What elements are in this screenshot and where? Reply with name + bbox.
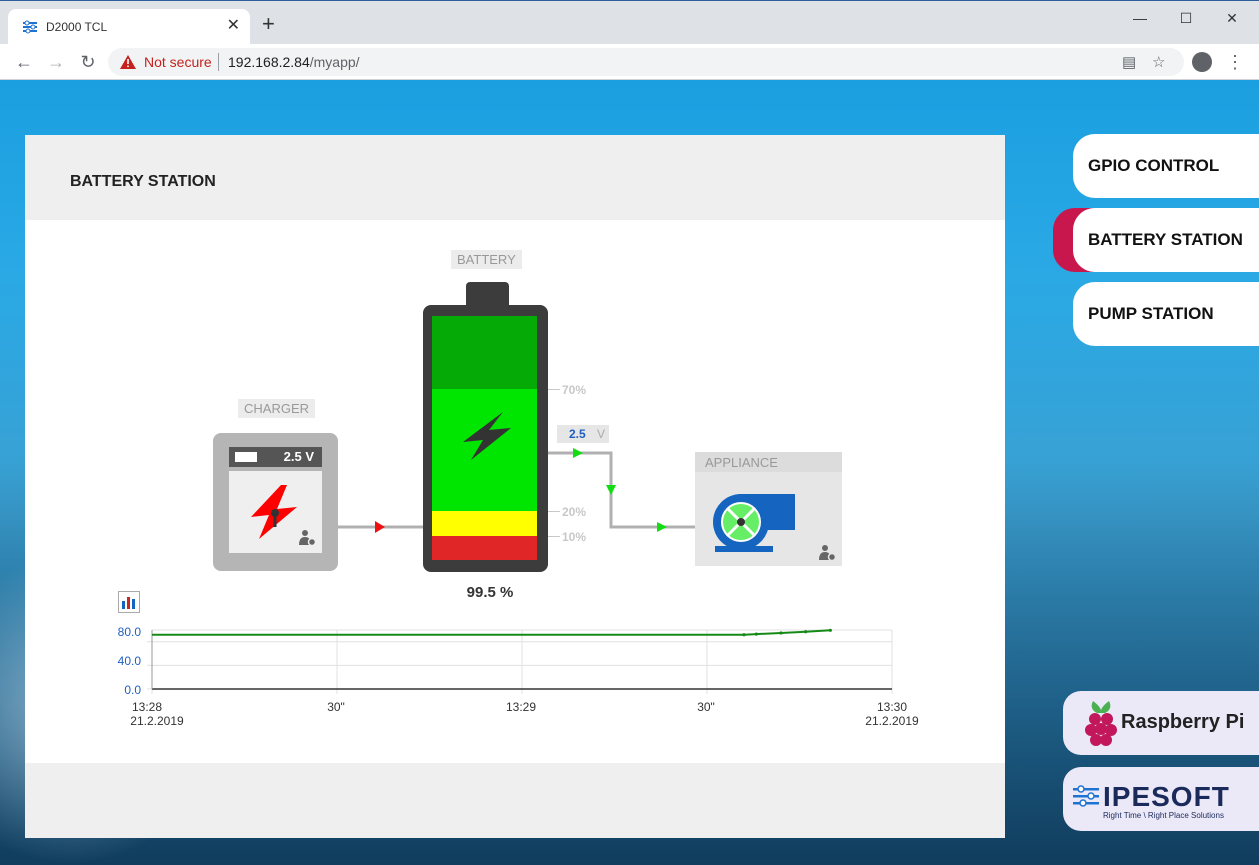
raspberry-pi-text: Raspberry Pi bbox=[1121, 711, 1245, 733]
minimize-button[interactable]: — bbox=[1117, 7, 1163, 29]
lightning-bolt-icon bbox=[463, 412, 511, 460]
trend-point bbox=[804, 630, 808, 634]
mark-20: 20% bbox=[562, 505, 587, 519]
x-start-date: 21.2.2019 bbox=[130, 714, 184, 728]
trend-point bbox=[779, 631, 783, 635]
panel-footer bbox=[25, 763, 1005, 838]
ipesoft-sliders-icon bbox=[1073, 785, 1099, 807]
battery-value: 99.5 % bbox=[466, 584, 514, 601]
battery-trend-chart: 0.0 40.0 80.0 13:28 21.2.2019 30" 13:29 … bbox=[105, 620, 945, 750]
security-status[interactable]: Not secure bbox=[144, 54, 212, 70]
battery-station-panel: BATTERY STATION BATTERY CHARGER 2.5 V 70… bbox=[25, 135, 1005, 838]
maximize-button[interactable]: ☐ bbox=[1163, 7, 1209, 29]
tick-10 bbox=[548, 536, 560, 537]
menu-pump-station[interactable]: PUMP STATION bbox=[1073, 282, 1259, 346]
battery-segment-critical bbox=[432, 536, 537, 560]
browser-menu-icon[interactable]: ⋮ bbox=[1226, 50, 1244, 74]
forward-arrow-icon[interactable]: → bbox=[44, 50, 68, 74]
menu-item-label: GPIO CONTROL bbox=[1088, 156, 1220, 175]
output-voltage-unit: V bbox=[597, 427, 606, 441]
app-favicon-icon bbox=[23, 20, 37, 34]
trend-point bbox=[742, 633, 746, 637]
tick-20 bbox=[548, 511, 560, 512]
trend-line bbox=[152, 629, 831, 636]
page-viewport: BATTERY STATION BATTERY CHARGER 2.5 V 70… bbox=[0, 80, 1259, 865]
reload-icon[interactable]: ↻ bbox=[76, 50, 100, 74]
x-tick-label: 13:29 bbox=[505, 700, 537, 714]
warning-icon bbox=[120, 55, 136, 69]
tick-70 bbox=[548, 389, 560, 390]
url-text: 192.168.2.84/myapp/ bbox=[228, 54, 360, 70]
url-host: 192.168.2.84 bbox=[228, 54, 310, 70]
flow-arrow-down-icon bbox=[606, 485, 616, 495]
output-voltage: 2.5 bbox=[569, 427, 586, 441]
appliance-label: APPLIANCE bbox=[705, 455, 778, 470]
x-tick-label: 30" bbox=[697, 700, 715, 714]
raspberry-pi-logo: Raspberry Pi bbox=[1063, 691, 1259, 755]
mark-70: 70% bbox=[562, 383, 587, 397]
x-tick-label: 13:30 bbox=[876, 700, 908, 714]
menu-item-label: PUMP STATION bbox=[1088, 304, 1214, 323]
y-tick-label: 40.0 bbox=[117, 654, 141, 668]
raspberry-icon bbox=[1085, 701, 1117, 746]
menu-gpio-control[interactable]: GPIO CONTROL bbox=[1073, 134, 1259, 198]
trend-point bbox=[828, 628, 832, 632]
y-tick-label: 0.0 bbox=[124, 683, 141, 697]
browser-toolbar: ← → ↻ Not secure 192.168.2.84/myapp/ ▤ ☆… bbox=[0, 44, 1259, 80]
trend-chart-icon[interactable] bbox=[118, 591, 140, 613]
browser-tab-bar: D2000 TCL ✕ + — ☐ ✕ bbox=[0, 0, 1259, 45]
battery-segment-top bbox=[432, 316, 537, 389]
close-window-button[interactable]: ✕ bbox=[1209, 7, 1255, 29]
trend-point bbox=[754, 632, 758, 636]
flow-arrow-in-icon bbox=[375, 521, 385, 533]
browser-tab[interactable]: D2000 TCL ✕ bbox=[8, 9, 250, 45]
output-voltage-box: 2.5 V bbox=[557, 425, 609, 443]
menu-item-label: BATTERY STATION bbox=[1088, 230, 1243, 249]
menu-battery-station[interactable]: BATTERY STATION bbox=[1073, 208, 1259, 272]
ipesoft-text: IPESOFT bbox=[1103, 781, 1230, 812]
appliance-device[interactable]: APPLIANCE bbox=[695, 452, 842, 566]
x-tick-label: 30" bbox=[327, 700, 345, 714]
mark-10: 10% bbox=[562, 530, 587, 544]
y-tick-label: 80.0 bbox=[117, 625, 141, 639]
battery-segment-low bbox=[432, 511, 537, 536]
x-tick-label: 13:28 bbox=[131, 700, 163, 714]
tab-title: D2000 TCL bbox=[46, 20, 108, 34]
address-separator bbox=[218, 53, 219, 71]
bookmark-star-icon[interactable]: ☆ bbox=[1152, 53, 1165, 71]
new-tab-button[interactable]: + bbox=[262, 13, 275, 35]
blower-fan-icon bbox=[713, 494, 795, 552]
appliance-header: APPLIANCE bbox=[695, 452, 842, 472]
tab-close-icon[interactable]: ✕ bbox=[227, 17, 240, 35]
ipesoft-tagline: Right Time \ Right Place Solutions bbox=[1103, 811, 1224, 820]
chart-canvas bbox=[147, 628, 893, 694]
user-settings-icon[interactable] bbox=[819, 544, 837, 562]
back-arrow-icon[interactable]: ← bbox=[12, 50, 36, 74]
battery-body[interactable] bbox=[423, 305, 548, 572]
url-path: /myapp/ bbox=[309, 54, 360, 70]
flow-arrow-right-icon bbox=[657, 522, 667, 532]
x-end-date: 21.2.2019 bbox=[865, 714, 919, 728]
translate-icon[interactable]: ▤ bbox=[1122, 53, 1136, 71]
flow-arrow-out-icon bbox=[573, 448, 583, 458]
address-bar[interactable]: Not secure 192.168.2.84/myapp/ ▤ ☆ bbox=[108, 48, 1184, 76]
profile-avatar-icon[interactable] bbox=[1192, 52, 1212, 72]
ipesoft-logo: IPESOFT Right Time \ Right Place Solutio… bbox=[1063, 767, 1259, 831]
